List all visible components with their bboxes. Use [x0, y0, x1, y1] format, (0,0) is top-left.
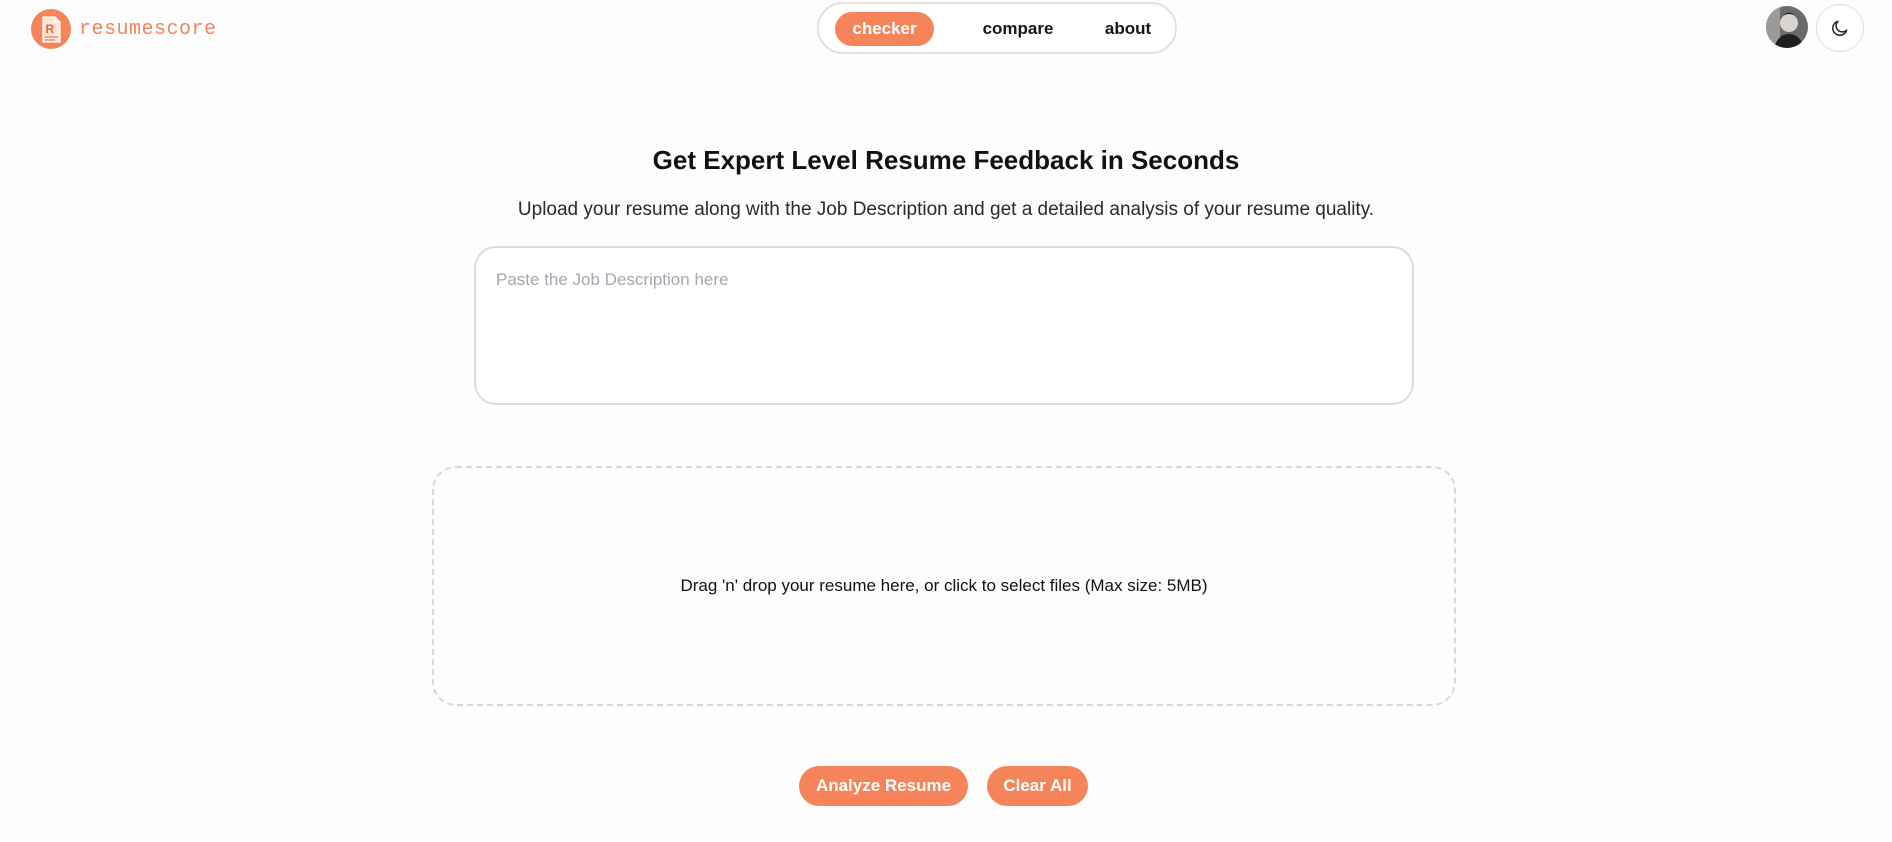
- resume-document-icon: R: [31, 9, 71, 49]
- dropzone-text: Drag 'n' drop your resume here, or click…: [680, 576, 1208, 595]
- job-description-input[interactable]: [474, 246, 1414, 405]
- page: R resumescore checker compare about Get …: [0, 0, 1892, 842]
- svg-text:R: R: [46, 22, 55, 36]
- page-title: Get Expert Level Resume Feedback in Seco…: [652, 145, 1240, 175]
- analyze-resume-button[interactable]: Analyze Resume: [799, 766, 968, 806]
- avatar-image: [1766, 6, 1808, 48]
- tab-about[interactable]: about: [1089, 12, 1167, 46]
- tab-checker[interactable]: checker: [835, 12, 934, 46]
- clear-all-button[interactable]: Clear All: [987, 766, 1088, 806]
- user-avatar[interactable]: [1766, 6, 1808, 48]
- moon-icon: [1832, 20, 1848, 36]
- page-subtitle: Upload your resume along with the Job De…: [517, 199, 1375, 220]
- tab-compare[interactable]: compare: [958, 12, 1078, 46]
- brand[interactable]: R resumescore: [31, 9, 217, 49]
- theme-toggle-button[interactable]: [1816, 4, 1864, 52]
- main-nav: checker compare about: [817, 2, 1177, 54]
- brand-name: resumescore: [79, 17, 217, 41]
- resume-dropzone[interactable]: Drag 'n' drop your resume here, or click…: [432, 466, 1456, 706]
